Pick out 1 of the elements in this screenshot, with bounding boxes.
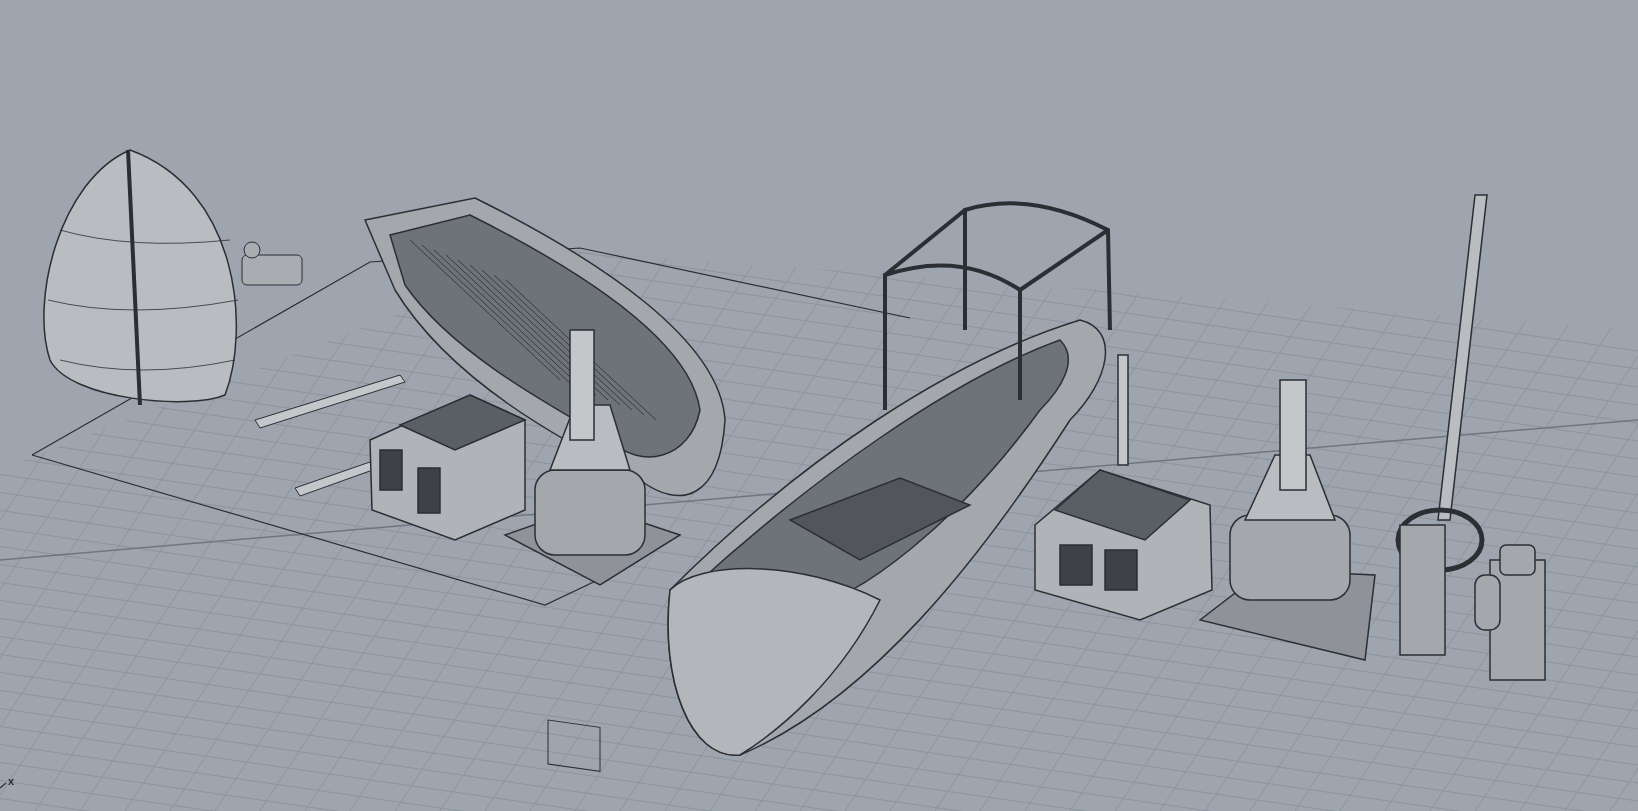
axis-label: x (8, 775, 15, 787)
